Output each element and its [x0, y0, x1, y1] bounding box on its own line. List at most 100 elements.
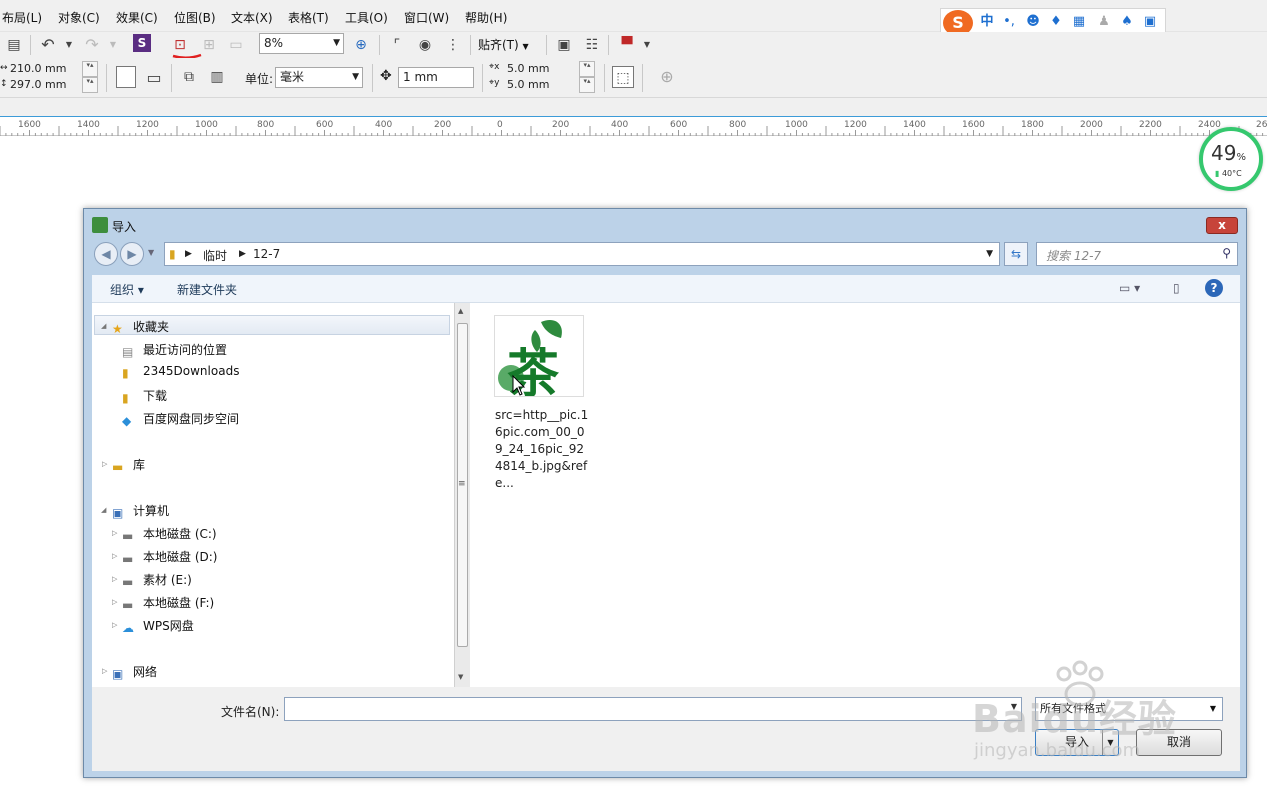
ime-punct-button[interactable]: •, [1001, 14, 1017, 30]
expand-arrow-icon[interactable]: ▷ [102, 460, 107, 468]
zoom-level-select[interactable]: 8% ▼ [259, 33, 344, 54]
duplicate-y-value[interactable]: 5.0 mm [507, 78, 549, 91]
breadcrumb-separator-icon: ▶ [185, 249, 192, 259]
page-height-spin[interactable]: ▾▴ [82, 77, 98, 93]
memory-meter-widget[interactable]: 49% ▮ 40°C [1199, 127, 1263, 191]
options-icon[interactable]: ☷ [581, 34, 603, 56]
close-button[interactable]: x [1206, 217, 1238, 234]
redo-icon[interactable]: ↷ [81, 34, 103, 56]
ime-mode-button[interactable]: 中 [979, 14, 995, 30]
history-dropdown-icon[interactable]: ▼ [148, 248, 154, 257]
preview-pane-icon[interactable]: ▯ [1173, 281, 1180, 295]
nav-drive-e[interactable]: ▬ 素材 (E:) [122, 571, 192, 589]
nav-recent-places[interactable]: ▤ 最近访问的位置 [122, 341, 227, 359]
welcome-screen-icon[interactable]: ▣ [553, 34, 575, 56]
units-select[interactable]: 毫米 ▼ [275, 67, 363, 88]
page-height-value[interactable]: 297.0 mm [10, 78, 66, 91]
collapse-arrow-icon[interactable]: ◢ [101, 322, 106, 330]
expand-arrow-icon[interactable]: ▷ [112, 621, 117, 629]
duplicate-y-spin[interactable]: ▾▴ [579, 77, 595, 93]
undo-dropdown-icon[interactable]: ▼ [58, 34, 80, 56]
user-icon[interactable]: ♟ [1096, 14, 1112, 30]
breadcrumb-item[interactable]: 临时 [203, 247, 227, 264]
search-box[interactable]: 搜索 12-7 ⚲ [1036, 242, 1238, 266]
page-width-value[interactable]: 210.0 mm [10, 62, 66, 75]
nav-computer[interactable]: ▣ 计算机 [112, 502, 169, 520]
refresh-button[interactable]: ⇆ [1004, 242, 1028, 266]
scroll-up-icon[interactable]: ▲ [458, 307, 463, 315]
redo-dropdown-icon[interactable]: ▼ [102, 34, 124, 56]
snap-to-button[interactable]: 贴齐(T) ▼ [478, 34, 536, 56]
add-icon[interactable]: ⊕ [656, 66, 678, 88]
address-dropdown-icon[interactable]: ▼ [986, 249, 993, 259]
temperature-value: 40°C [1221, 169, 1242, 178]
full-screen-icon[interactable]: ⊕ [350, 34, 372, 56]
export-icon[interactable]: ⊞ [198, 34, 220, 56]
nav-downloads[interactable]: ▮ 下载 [122, 387, 167, 405]
expand-arrow-icon[interactable]: ▷ [112, 575, 117, 583]
nav-2345downloads[interactable]: ▮ 2345Downloads [122, 364, 239, 380]
menu-window[interactable]: 窗口(W) [404, 9, 449, 26]
menu-tools[interactable]: 工具(O) [345, 9, 388, 26]
menu-object[interactable]: 对象(C) [58, 9, 100, 26]
horizontal-ruler[interactable]: 1600 1400 1200 1000 800 600 400 200 0 20… [0, 116, 1267, 136]
new-folder-button[interactable]: 新建文件夹 [177, 281, 237, 298]
nav-network[interactable]: ▣ 网络 [112, 663, 157, 681]
organize-button[interactable]: 组织 ▾ [110, 281, 144, 298]
duplicate-x-spin[interactable]: ▾▴ [579, 61, 595, 77]
page-width-spin[interactable]: ▾▴ [82, 61, 98, 77]
forward-button[interactable]: ▶ [120, 242, 144, 266]
collapse-arrow-icon[interactable]: ◢ [101, 506, 106, 514]
view-eye-icon[interactable]: ◉ [414, 34, 436, 56]
launcher-dropdown-icon[interactable]: ▼ [636, 34, 658, 56]
microphone-icon[interactable]: ♦ [1048, 14, 1064, 30]
skin-shirt-icon[interactable]: ♠ [1119, 14, 1135, 30]
filename-input[interactable]: ▼ [284, 697, 1022, 721]
menu-help[interactable]: 帮助(H) [465, 9, 507, 26]
nav-libraries[interactable]: ▬ 库 [112, 456, 145, 474]
nav-drive-d[interactable]: ▬ 本地磁盘 (D:) [122, 548, 217, 566]
expand-arrow-icon[interactable]: ▷ [102, 667, 107, 675]
nudge-distance-input[interactable]: 1 mm [398, 67, 474, 88]
scroll-down-icon[interactable]: ▼ [458, 673, 463, 681]
keyboard-icon[interactable]: ▦ [1071, 14, 1087, 30]
file-thumbnail[interactable]: 茶 [494, 315, 584, 405]
menu-text[interactable]: 文本(X) [231, 9, 273, 26]
nav-drive-f[interactable]: ▬ 本地磁盘 (F:) [122, 594, 214, 612]
expand-arrow-icon[interactable]: ▷ [112, 529, 117, 537]
address-bar[interactable]: ▮ ▶ 临时 ▶ 12-7 ▼ [164, 242, 1000, 266]
menu-layout[interactable]: 布局(L) [2, 9, 42, 26]
paste-icon[interactable]: ▤ [3, 34, 25, 56]
nav-baidu-sync[interactable]: ◆ 百度网盘同步空间 [122, 410, 239, 428]
duplicate-x-value[interactable]: 5.0 mm [507, 62, 549, 75]
rulers-icon[interactable]: ⌜ [386, 34, 408, 56]
menu-table[interactable]: 表格(T) [288, 9, 329, 26]
undo-icon[interactable]: ↶ [37, 34, 59, 56]
menu-bitmaps[interactable]: 位图(B) [174, 9, 216, 26]
nav-drive-c[interactable]: ▬ 本地磁盘 (C:) [122, 525, 217, 543]
nav-wps-drive[interactable]: ☁ WPS网盘 [122, 617, 194, 635]
back-button[interactable]: ◀ [94, 242, 118, 266]
treat-as-filled-icon[interactable]: ⬚ [612, 66, 634, 88]
breadcrumb-item[interactable]: 12-7 [253, 247, 280, 261]
toolbox-grid-icon[interactable]: ▣ [1142, 14, 1158, 30]
nav-favorites[interactable]: ★ 收藏夹 [112, 318, 169, 336]
emoji-icon[interactable]: ☻ [1025, 14, 1041, 30]
expand-arrow-icon[interactable]: ▷ [112, 552, 117, 560]
file-name-label[interactable]: src=http__pic.16pic.com_00_09_24_16pic_9… [495, 407, 591, 492]
application-launcher-icon[interactable]: ▀ [616, 34, 638, 56]
portrait-icon[interactable] [116, 66, 136, 88]
expand-arrow-icon[interactable]: ▷ [112, 598, 117, 606]
landscape-icon[interactable]: ▭ [143, 67, 165, 89]
all-pages-icon[interactable]: ⧉ [178, 66, 200, 88]
search-icon[interactable]: ⚲ [1222, 246, 1231, 260]
standard-toolbar: ▤ ↶ ▼ ↷ ▼ S ⊡ ⊞ ▭ 8% ▼ ⊕ ⌜ ◉ ⋮ 贴齐(T) ▼ ▣… [0, 32, 1267, 59]
navigation-scrollbar[interactable]: ▲ ≡ ▼ [454, 303, 470, 687]
search-content-icon[interactable]: S [133, 34, 151, 52]
publish-pdf-icon[interactable]: ▭ [225, 34, 247, 56]
change-view-icon[interactable]: ▭ ▾ [1119, 281, 1140, 295]
guidelines-icon[interactable]: ⋮ [442, 34, 464, 56]
help-icon[interactable]: ? [1205, 279, 1223, 297]
menu-effects[interactable]: 效果(C) [116, 9, 158, 26]
current-page-icon[interactable]: ▥ [206, 66, 228, 88]
